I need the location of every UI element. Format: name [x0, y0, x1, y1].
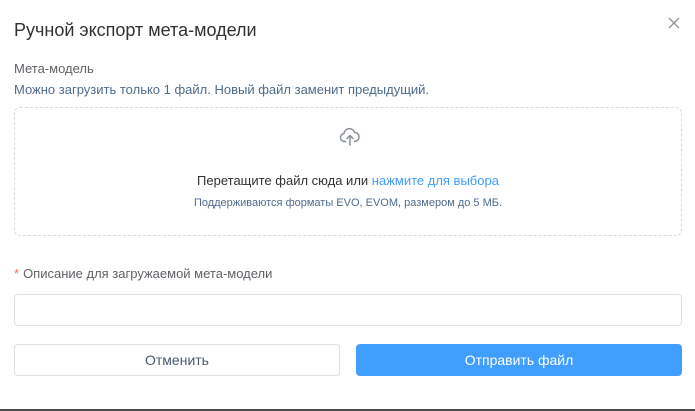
close-icon	[668, 17, 680, 29]
export-dialog: Ручной экспорт мета-модели Мета-модель М…	[0, 0, 695, 411]
description-input[interactable]	[14, 294, 682, 326]
drop-text: Перетащите файл сюда или	[197, 173, 372, 188]
drop-instructions: Перетащите файл сюда или нажмите для выб…	[15, 173, 681, 189]
description-label-text: Описание для загружаемой мета-модели	[23, 266, 273, 281]
dialog-title: Ручной экспорт мета-модели	[14, 20, 257, 40]
metamodel-label: Мета-модель	[14, 61, 94, 76]
upload-hint: Можно загрузить только 1 файл. Новый фай…	[14, 82, 430, 97]
cloud-upload-icon	[339, 127, 360, 146]
browse-link[interactable]: нажмите для выбора	[372, 173, 499, 188]
submit-file-button[interactable]: Отправить файл	[356, 344, 682, 376]
required-asterisk: *	[14, 266, 20, 281]
cancel-button[interactable]: Отменить	[14, 344, 340, 376]
supported-formats-text: Поддерживаются форматы EVO, EVOM, размер…	[193, 197, 503, 209]
close-button[interactable]	[664, 13, 684, 33]
description-label: * Описание для загружаемой мета-модели	[14, 266, 272, 282]
file-dropzone[interactable]: Перетащите файл сюда или нажмите для выб…	[14, 107, 682, 236]
